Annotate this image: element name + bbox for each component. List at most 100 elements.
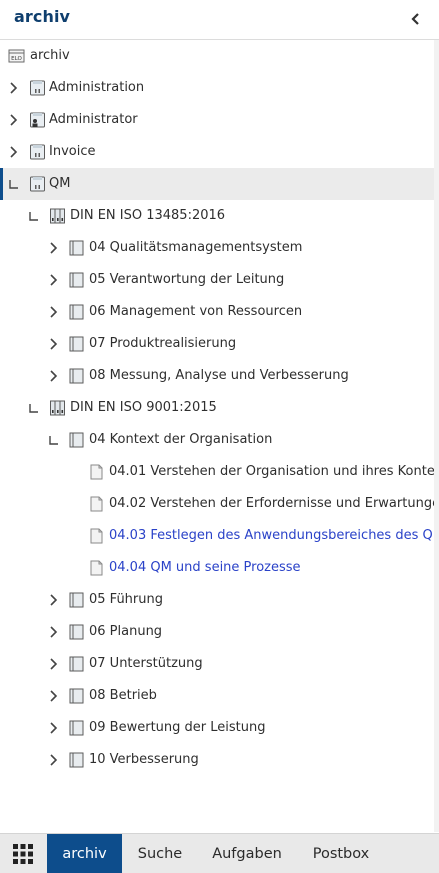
tab-aufgaben[interactable]: Aufgaben <box>202 834 292 873</box>
tree-item-document-link[interactable]: 04.04 QM und seine Prozesse <box>0 552 434 584</box>
tree-item-qm[interactable]: QM <box>0 168 434 200</box>
tree-item-folder[interactable]: 08 Messung, Analyse und Verbesserung <box>0 360 434 392</box>
chevron-right-icon[interactable] <box>47 624 61 640</box>
folder-icon <box>69 432 84 448</box>
tab-suche[interactable]: Suche <box>126 834 194 873</box>
tree-item-label: QM <box>49 176 71 191</box>
cabinet-icon <box>30 80 45 96</box>
tab-postbox[interactable]: Postbox <box>300 834 382 873</box>
panel-title: archiv <box>14 7 71 26</box>
tree-item-label: 06 Management von Ressourcen <box>89 304 303 319</box>
tree-item-folder[interactable]: 05 Verantwortung der Leitung <box>0 264 434 296</box>
tree-item-invoice[interactable]: Invoice <box>0 136 434 168</box>
tree-item-label: 07 Unterstützung <box>89 656 203 671</box>
chevron-right-icon[interactable] <box>47 752 61 768</box>
tree-scrollbar[interactable] <box>434 40 439 832</box>
chevron-right-icon[interactable] <box>7 144 21 160</box>
expanded-icon[interactable] <box>27 400 41 416</box>
folder-icon <box>69 240 84 256</box>
tree-item-folder[interactable]: 06 Planung <box>0 616 434 648</box>
folder-icon <box>69 720 84 736</box>
tree-item-label: 04.01 Verstehen der Organisation und ihr… <box>109 464 439 479</box>
folder-icon <box>69 688 84 704</box>
chevron-right-icon[interactable] <box>47 656 61 672</box>
chevron-right-icon[interactable] <box>7 112 21 128</box>
binder-icon <box>50 208 65 224</box>
tree-item-label: 07 Produktrealisierung <box>89 336 237 351</box>
cabinet-icon <box>30 176 45 192</box>
tree-item-label: 06 Planung <box>89 624 163 639</box>
tab-archiv[interactable]: archiv <box>47 834 122 873</box>
folder-icon <box>69 336 84 352</box>
tree-item-label: 04.04 QM und seine Prozesse <box>109 560 301 575</box>
tree-item-label: DIN EN ISO 9001:2015 <box>70 400 217 415</box>
chevron-right-icon[interactable] <box>7 80 21 96</box>
document-icon <box>90 496 103 512</box>
expanded-icon[interactable] <box>47 432 61 448</box>
expanded-icon[interactable] <box>27 208 41 224</box>
tree-item-folder[interactable]: 07 Produktrealisierung <box>0 328 434 360</box>
document-icon <box>90 560 103 576</box>
tree-item-label: Invoice <box>49 144 96 159</box>
tree-item-label: Administration <box>49 80 145 95</box>
tree-item-folder[interactable]: 07 Unterstützung <box>0 648 434 680</box>
chevron-right-icon[interactable] <box>47 272 61 288</box>
bottom-tab-bar: archiv Suche Aufgaben Postbox <box>0 833 439 873</box>
cabinet-icon <box>30 144 45 160</box>
elo-archive-icon: ELO <box>8 49 25 63</box>
tree-item-administration[interactable]: Administration <box>0 72 434 104</box>
chevron-right-icon[interactable] <box>47 368 61 384</box>
chevron-right-icon[interactable] <box>47 336 61 352</box>
tree-item-folder[interactable]: 06 Management von Ressourcen <box>0 296 434 328</box>
chevron-right-icon[interactable] <box>47 592 61 608</box>
tree-item-document[interactable]: 04.02 Verstehen der Erfordernisse und Er… <box>0 488 439 520</box>
folder-icon <box>69 592 84 608</box>
panel-header: archiv <box>0 0 439 40</box>
tree-item-label: 04 Kontext der Organisation <box>89 432 273 447</box>
tree-item-iso-13485[interactable]: DIN EN ISO 13485:2016 <box>0 200 434 232</box>
tree-item-label: 10 Verbesserung <box>89 752 199 767</box>
grid-icon[interactable] <box>8 840 38 868</box>
folder-icon <box>69 272 84 288</box>
cabinet-user-icon <box>30 112 45 128</box>
chevron-right-icon[interactable] <box>47 240 61 256</box>
folder-icon <box>69 304 84 320</box>
chevron-right-icon[interactable] <box>47 304 61 320</box>
expanded-icon[interactable] <box>7 176 21 192</box>
tree-item-label: DIN EN ISO 13485:2016 <box>70 208 226 223</box>
folder-icon <box>69 368 84 384</box>
tree-item-folder[interactable]: 10 Verbesserung <box>0 744 434 776</box>
chevron-right-icon[interactable] <box>47 688 61 704</box>
folder-icon <box>69 752 84 768</box>
selection-indicator <box>0 168 3 200</box>
tree-item-document[interactable]: 04.01 Verstehen der Organisation und ihr… <box>0 456 439 488</box>
archive-tree: ELO archiv Administration Administrator … <box>0 40 439 832</box>
tree-item-label: 05 Führung <box>89 592 163 607</box>
svg-text:ELO: ELO <box>11 56 22 62</box>
tree-item-label: 05 Verantwortung der Leitung <box>89 272 285 287</box>
tree-item-label: Administrator <box>49 112 138 127</box>
document-icon <box>90 528 103 544</box>
tree-item-folder[interactable]: 04 Kontext der Organisation <box>0 424 434 456</box>
tree-item-label: 09 Bewertung der Leistung <box>89 720 266 735</box>
tree-item-document-link[interactable]: 04.03 Festlegen des Anwendungsbereiches … <box>0 520 439 552</box>
chevron-right-icon[interactable] <box>47 720 61 736</box>
tree-root-label: archiv <box>30 48 70 63</box>
tree-item-label: 04.02 Verstehen der Erfordernisse und Er… <box>109 496 439 511</box>
tree-item-folder[interactable]: 05 Führung <box>0 584 434 616</box>
document-icon <box>90 464 103 480</box>
tree-item-label: 04 Qualitätsmanagementsystem <box>89 240 303 255</box>
tree-item-label: 08 Betrieb <box>89 688 157 703</box>
tree-item-label: 08 Messung, Analyse und Verbesserung <box>89 368 349 383</box>
tree-item-label: 04.03 Festlegen des Anwendungsbereiches … <box>109 528 439 543</box>
folder-icon <box>69 656 84 672</box>
folder-icon <box>69 624 84 640</box>
tree-root[interactable]: ELO archiv <box>0 40 434 72</box>
tree-item-folder[interactable]: 08 Betrieb <box>0 680 434 712</box>
chevron-left-icon[interactable] <box>409 9 423 29</box>
tree-item-folder[interactable]: 09 Bewertung der Leistung <box>0 712 434 744</box>
tree-item-administrator[interactable]: Administrator <box>0 104 434 136</box>
binder-icon <box>50 400 65 416</box>
tree-item-folder[interactable]: 04 Qualitätsmanagementsystem <box>0 232 434 264</box>
tree-item-iso-9001[interactable]: DIN EN ISO 9001:2015 <box>0 392 434 424</box>
